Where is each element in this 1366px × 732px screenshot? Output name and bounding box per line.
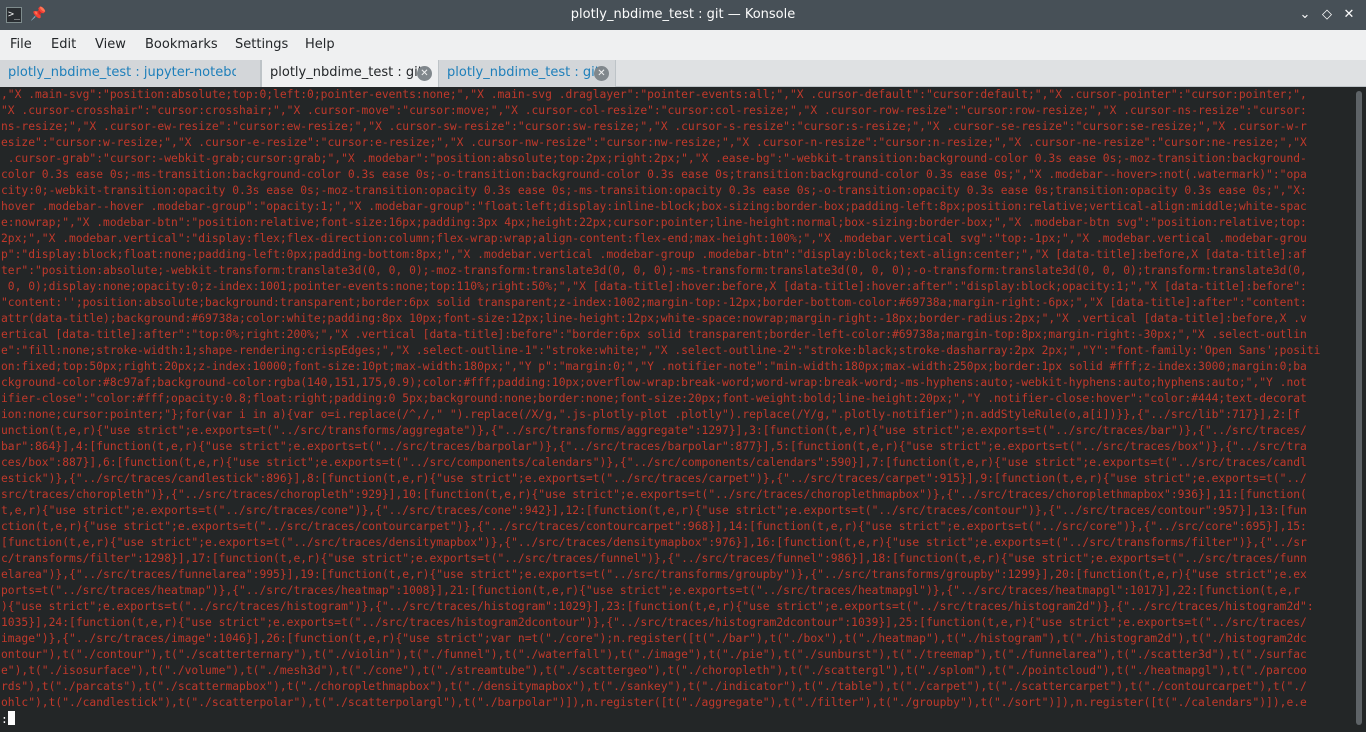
terminal-line: ){"use strict";e.exports=t("../src/trace… xyxy=(1,600,1314,613)
terminal-line: ,"X .main-svg":"position:absolute;top:0;… xyxy=(1,88,1307,101)
terminal-line: 2px;","X .modebar.vertical":"display:fle… xyxy=(1,232,1307,245)
terminal-line: ckground-color:#8c97af;background-color:… xyxy=(1,376,1307,389)
tab-git[interactable]: plotly_nbdime_test : git ✕ xyxy=(439,60,616,87)
terminal-line: [function(t,e,r){"use strict";e.exports=… xyxy=(1,536,1307,549)
terminal-line: on:fixed;top:50px;right:20px;z-index:100… xyxy=(1,360,1307,373)
terminal-line: estick")},{"../src/traces/candlestick":8… xyxy=(1,472,1307,485)
menu-bar: File Edit View Bookmarks Settings Help xyxy=(0,30,1366,60)
menu-bookmarks[interactable]: Bookmarks xyxy=(145,30,218,60)
maximize-icon[interactable]: ◇ xyxy=(1318,6,1336,24)
terminal-line: bar":864}],4:[function(t,e,r){"use stric… xyxy=(1,440,1307,453)
scrollbar-thumb[interactable] xyxy=(1356,91,1362,725)
terminal-icon[interactable]: >_ xyxy=(6,7,22,23)
terminal-line: image")},{"../src/traces/image":1046}],2… xyxy=(1,632,1307,645)
terminal-line: t,e,r){"use strict";e.exports=t("../src/… xyxy=(1,504,1307,517)
terminal-line: ction(t,e,r){"use strict";e.exports=t(".… xyxy=(1,520,1307,533)
tab-git-active[interactable]: plotly_nbdime_test : git ✕ xyxy=(261,60,439,87)
terminal-line: e:nowrap;","X .modebar-btn":"position:re… xyxy=(1,216,1307,229)
menu-settings[interactable]: Settings xyxy=(235,30,288,60)
terminal-line: attr(data-title);background:#69738a;colo… xyxy=(1,312,1307,325)
terminal-line: city:0;-webkit-transition:opacity 0.3s e… xyxy=(1,184,1307,197)
menu-file[interactable]: File xyxy=(10,30,32,60)
terminal-line: 1035}],24:[function(t,e,r){"use strict";… xyxy=(1,616,1307,629)
terminal-line: ion:none;cursor:pointer;"};for(var i in … xyxy=(1,408,1301,421)
terminal-line: hover .modebar--hover .modebar-group":"o… xyxy=(1,200,1307,213)
terminal-line: ces/box":887}],6:[function(t,e,r){"use s… xyxy=(1,456,1307,469)
minimize-icon[interactable]: ⌄ xyxy=(1296,6,1314,24)
text-cursor xyxy=(7,711,15,725)
terminal-line: e":"fill:none;stroke-width:1;shape-rende… xyxy=(1,344,1321,357)
terminal-line: ontour"),t("./contour"),t("./scattertern… xyxy=(1,648,1307,661)
terminal-line: ter":"position:absolute;-webkit-transfor… xyxy=(1,264,1307,277)
terminal-line: ports=t("../src/traces/heatmap")},{"../s… xyxy=(1,584,1301,597)
terminal-line: ifier-close":"color:#fff;opacity:0.8;flo… xyxy=(1,392,1307,405)
terminal-line: src/traces/choropleth")},{"../src/traces… xyxy=(1,488,1307,501)
close-tab-icon[interactable]: ✕ xyxy=(594,66,609,81)
tab-label: plotly_nbdime_test : git xyxy=(447,65,600,80)
window-title: plotly_nbdime_test : git — Konsole xyxy=(570,7,796,22)
prompt-text: : xyxy=(1,713,8,726)
tab-label: plotly_nbdime_test : jupyter-noteboo xyxy=(8,65,236,80)
menu-help[interactable]: Help xyxy=(305,30,335,60)
terminal-line: ohlc"),t("./candlestick"),t("./scatterpo… xyxy=(1,696,1307,709)
terminal-line: 0, 0);display:none;opacity:0;z-index:100… xyxy=(1,280,1307,293)
terminal-prompt[interactable]: : xyxy=(0,711,1352,727)
terminal-line: c/transforms/filter":1298}],17:[function… xyxy=(1,552,1307,565)
terminal-scrollbar[interactable] xyxy=(1352,87,1366,732)
terminal-line: e"),t("./isosurface"),t("./volume"),t(".… xyxy=(1,664,1307,677)
terminal-line: unction(t,e,r){"use strict";e.exports=t(… xyxy=(1,424,1307,437)
menu-edit[interactable]: Edit xyxy=(51,30,76,60)
close-icon[interactable]: ✕ xyxy=(1340,6,1358,24)
terminal-line: p":"display:block;float:none;padding-lef… xyxy=(1,248,1307,261)
tab-jupyter-notebook[interactable]: plotly_nbdime_test : jupyter-noteboo xyxy=(0,60,261,87)
terminal-output[interactable]: ,"X .main-svg":"position:absolute;top:0;… xyxy=(0,87,1352,732)
menu-view[interactable]: View xyxy=(95,30,126,60)
terminal-line: "content:'';position:absolute;background… xyxy=(1,296,1307,309)
tab-bar: plotly_nbdime_test : jupyter-noteboo plo… xyxy=(0,60,1366,87)
terminal-line: "X .cursor-crosshair":"cursor:crosshair;… xyxy=(1,104,1307,117)
terminal-line: ertical [data-title]:after":"top:0%;righ… xyxy=(1,328,1307,341)
terminal-line: elarea")},{"../src/traces/funnelarea":99… xyxy=(1,568,1307,581)
tab-label: plotly_nbdime_test : git xyxy=(270,65,423,80)
title-bar[interactable]: >_ 📌 plotly_nbdime_test : git — Konsole … xyxy=(0,0,1366,30)
terminal-line: esize":"cursor:w-resize;","X .cursor-e-r… xyxy=(1,136,1307,149)
terminal-line: rds"),t("./parcats"),t("./scattermapbox"… xyxy=(1,680,1307,693)
terminal-line: .cursor-grab":"cursor:-webkit-grab;curso… xyxy=(1,152,1307,165)
close-tab-icon[interactable]: ✕ xyxy=(417,66,432,81)
terminal-line: color 0.3s ease 0s;-ms-transition:backgr… xyxy=(1,168,1307,181)
pin-icon[interactable]: 📌 xyxy=(30,6,46,24)
terminal-line: ns-resize;","X .cursor-ew-resize":"curso… xyxy=(1,120,1307,133)
